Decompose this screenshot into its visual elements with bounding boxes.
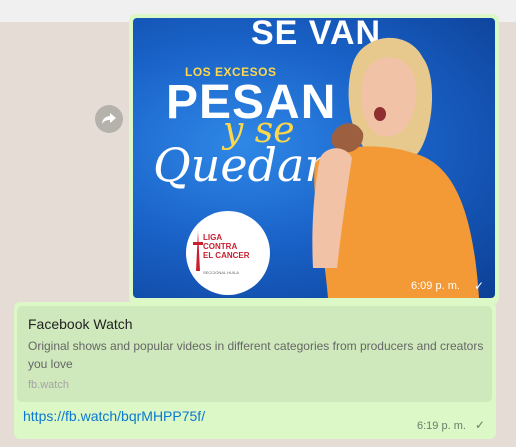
link-preview-domain: fb.watch (28, 379, 69, 391)
media-message-time: 6:09 p. m. (411, 280, 460, 292)
logo-name: LIGA CONTRA EL CANCER (203, 233, 250, 260)
link-message-time: 6:19 p. m. (417, 420, 466, 432)
promo-image[interactable]: SE VAN LOS EXCESOS PESAN y se Quedan LIG… (133, 18, 495, 298)
organization-logo: LIGA CONTRA EL CANCER SECCIONAL HUILA (186, 211, 270, 295)
forward-button[interactable] (95, 105, 123, 133)
link-preview-description: Original shows and popular videos in dif… (28, 339, 484, 371)
forward-icon (101, 110, 117, 129)
link-preview-title: Facebook Watch (28, 316, 133, 332)
check-icon: ✓ (474, 279, 485, 293)
check-icon: ✓ (475, 418, 486, 432)
logo-subtitle: SECCIONAL HUILA (203, 270, 239, 275)
message-link[interactable]: https://fb.watch/bqrMHPP75f/ (23, 408, 205, 424)
